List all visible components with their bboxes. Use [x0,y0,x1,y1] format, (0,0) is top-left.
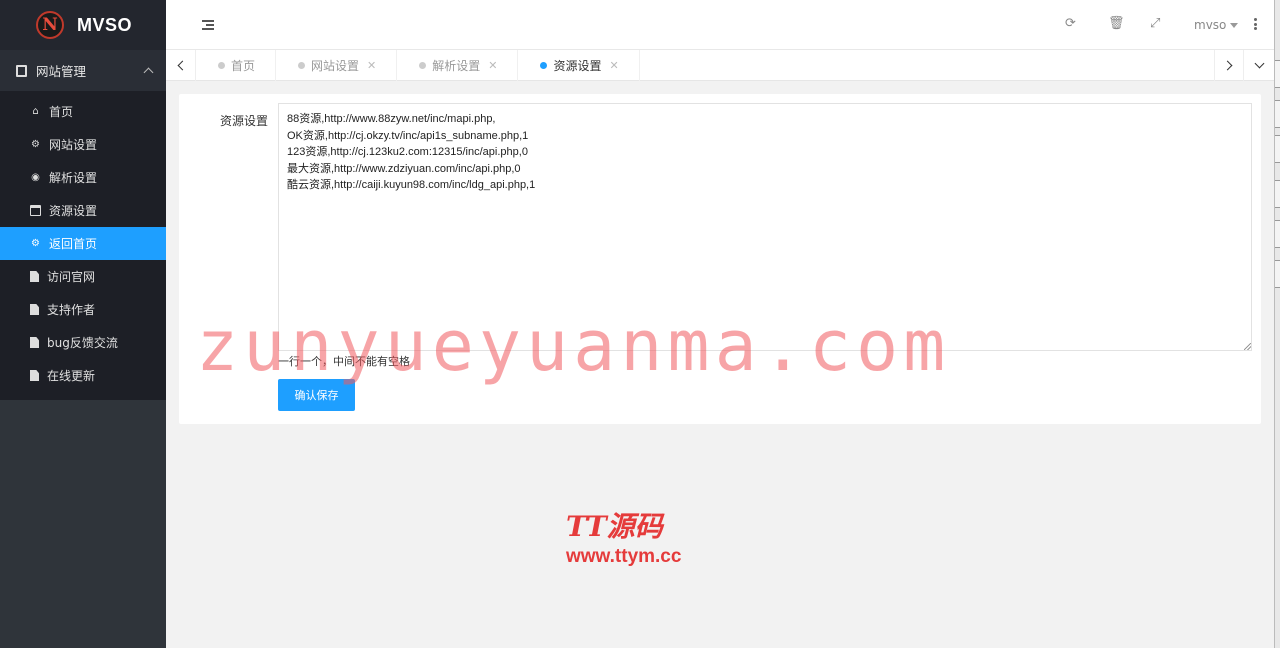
sidebar-item-label: 访问官网 [47,270,96,284]
tab-label: 网站设置 [311,59,360,73]
sidebar-item-official-site[interactable]: 访问官网 [0,260,166,293]
tab-label: 解析设置 [432,59,481,73]
tab-list: 首页 网站设置 ✕ 解析设置 ✕ 资源设置 ✕ [196,50,640,81]
username: mvso [1194,18,1227,32]
home-icon: ⌂ [32,106,39,117]
tab-parse-settings[interactable]: 解析设置 ✕ [397,50,519,81]
refresh-icon[interactable]: ⟳ [1065,16,1076,31]
sidebar-item-home[interactable]: ⌂ 首页 [0,95,166,128]
tab-dot-icon [218,62,225,69]
nav-group-header[interactable]: 网站管理 [0,50,166,91]
resize-grip-icon[interactable] [1244,343,1251,350]
tab-bar: 首页 网站设置 ✕ 解析设置 ✕ 资源设置 ✕ [166,50,1274,81]
top-header: ⟳ 🗑 ⤢ mvso [166,0,1274,50]
watermark-text: zunyueyuanma.com [196,305,951,387]
sidebar-item-label: bug反馈交流 [47,336,118,350]
chevron-up-icon [143,67,154,78]
tab-label: 资源设置 [553,59,602,73]
right-edge-scrollbar[interactable] [1274,0,1280,648]
resource-settings-label: 资源设置 [220,114,269,128]
tab-options-dropdown[interactable] [1244,50,1274,81]
sidebar-item-label: 解析设置 [49,171,98,185]
tab-scroll-left[interactable] [166,50,196,81]
file-icon [30,304,39,315]
watermark-logo: TT源码 www.ttym.cc [566,512,681,568]
nav-group-site-management: 网站管理 ⌂ 首页 ⚙ 网站设置 ◉ 解析设置 资源设置 ⚙ 返回首页 访问官网… [0,50,166,400]
gear-icon: ⚙ [31,139,40,150]
chevron-down-icon [1254,58,1264,69]
watermark-logo-title: TT源码 [566,510,663,543]
chevron-left-icon [177,60,187,71]
trash-icon[interactable]: 🗑 [1108,16,1125,31]
tab-label: 首页 [231,59,256,73]
close-icon[interactable]: ✕ [488,59,497,72]
nav-submenu: ⌂ 首页 ⚙ 网站设置 ◉ 解析设置 资源设置 ⚙ 返回首页 访问官网 支持作者… [0,91,166,400]
tab-home[interactable]: 首页 [196,50,277,81]
nav-group-label: 网站管理 [36,64,87,79]
sidebar-item-label: 首页 [49,105,74,119]
sidebar-item-parse-settings[interactable]: ◉ 解析设置 [0,161,166,194]
sidebar-item-label: 网站设置 [49,138,98,152]
sidebar-item-site-settings[interactable]: ⚙ 网站设置 [0,128,166,161]
sidebar-item-label: 资源设置 [49,204,98,218]
sidebar-item-label: 在线更新 [47,369,96,383]
file-icon [30,337,39,348]
watermark-logo-url: www.ttym.cc [566,546,682,567]
tab-resource-settings[interactable]: 资源设置 ✕ [518,50,640,81]
sidebar-item-online-update[interactable]: 在线更新 [0,359,166,392]
user-menu[interactable]: mvso [1194,18,1239,32]
sidebar-item-support-author[interactable]: 支持作者 [0,293,166,326]
logo-badge-icon: N [36,11,64,39]
sidebar: N MVSO 网站管理 ⌂ 首页 ⚙ 网站设置 ◉ 解析设置 资源设置 ⚙ 返回… [0,0,166,648]
sidebar-item-label: 支持作者 [47,303,96,317]
book-icon [16,64,27,77]
more-vertical-icon[interactable] [1254,18,1257,32]
toggle-sidebar-icon[interactable] [202,20,214,30]
window-icon [30,205,41,216]
sidebar-item-back-home[interactable]: ⚙ 返回首页 [0,227,166,260]
app-name: MVSO [77,14,133,35]
sidebar-item-label: 返回首页 [49,237,98,251]
logo[interactable]: N MVSO [0,0,166,50]
file-icon [30,271,39,282]
tab-dot-icon [540,62,548,69]
tab-dot-icon [298,62,306,69]
fullscreen-icon[interactable]: ⤢ [1150,16,1160,31]
dashboard-icon: ◉ [31,172,40,183]
file-icon [30,370,39,381]
cogs-icon: ⚙ [31,238,40,249]
close-icon[interactable]: ✕ [610,59,619,72]
close-icon[interactable]: ✕ [367,59,376,72]
tab-site-settings[interactable]: 网站设置 ✕ [276,50,398,81]
tab-scroll-right[interactable] [1214,50,1244,81]
sidebar-item-bug-feedback[interactable]: bug反馈交流 [0,326,166,359]
sidebar-item-resource-settings[interactable]: 资源设置 [0,194,166,227]
tab-dot-icon [419,62,427,69]
chevron-right-icon [1222,60,1233,71]
caret-down-icon [1230,23,1239,28]
